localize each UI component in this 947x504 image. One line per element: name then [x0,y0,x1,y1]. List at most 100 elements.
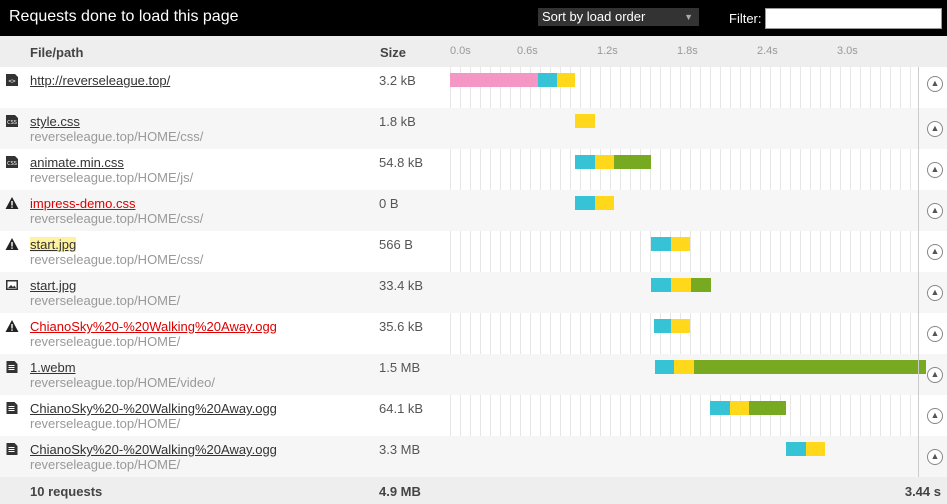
expand-column-divider [918,67,919,477]
warning-icon [5,237,19,251]
expand-row-button[interactable]: ▲ [927,76,943,92]
panel-title: Requests done to load this page [9,8,239,25]
request-count: 10 requests [30,484,103,499]
summary-footer: 10 requests 4.9 MB 3.44 s [0,477,947,504]
request-size: 566 B [379,237,413,252]
timing-bar-connect [785,442,806,456]
expand-row-button[interactable]: ▲ [927,203,943,219]
total-time: 3.44 s [904,484,941,499]
total-size: 4.9 MB [379,484,421,499]
timing-bar-wait [556,73,576,87]
request-path: reverseleague.top/HOME/ [30,293,181,308]
request-row: CSS animate.min.css reverseleague.top/HOME… [0,149,947,190]
request-size: 54.8 kB [379,155,424,170]
request-row: ChianoSky%20-%20Walking%20Away.ogg revers… [0,313,947,354]
request-file-link[interactable]: start.jpg [30,237,77,252]
expand-row-button[interactable]: ▲ [927,285,943,301]
request-file-link[interactable]: ChianoSky%20-%20Walking%20Away.ogg [30,319,277,334]
timeline-tick: 3.0s [837,45,858,57]
request-file-link[interactable]: ChianoSky%20-%20Walking%20Away.ogg [30,401,277,416]
size-header: Size [380,45,407,60]
timing-bar-wait [575,114,596,128]
expand-row-button[interactable]: ▲ [927,367,943,383]
request-file-link[interactable]: animate.min.css [30,155,124,170]
chevron-up-icon: ▲ [930,287,940,297]
svg-text:CSS: CSS [7,161,17,167]
request-file-link[interactable]: ChianoSky%20-%20Walking%20Away.ogg [30,442,277,457]
css-file-icon: CSS [5,114,19,128]
sort-select-label: Sort by load order [542,9,646,24]
request-size: 1.8 kB [379,114,416,129]
request-file-link[interactable]: 1.webm [30,360,76,375]
timing-bar-connect [709,401,730,415]
warning-icon [5,196,19,210]
timing-bar-connect [537,73,557,87]
timing-bar-wait [805,442,825,456]
timing-bar-receive [693,360,926,374]
request-size: 64.1 kB [379,401,424,416]
timing-bar-receive [613,155,652,169]
request-size: 33.4 kB [379,278,424,293]
filter-input[interactable] [765,8,942,29]
request-path: reverseleague.top/HOME/css/ [30,252,204,267]
timeline-tick: 0.0s [450,45,471,57]
chevron-up-icon: ▲ [930,78,940,88]
request-size: 3.2 kB [379,73,416,88]
chevron-down-icon: ▼ [684,12,693,22]
chevron-up-icon: ▲ [930,164,940,174]
timeline-tick: 1.8s [677,45,698,57]
timing-bar-connect [651,237,672,251]
filter-label: Filter: [729,11,762,26]
request-file-link[interactable]: style.css [30,114,80,129]
request-size: 1.5 MB [379,360,421,375]
request-row: impress-demo.css reverseleague.top/HOME/c… [0,190,947,231]
request-file-link[interactable]: start.jpg [30,278,76,293]
chevron-up-icon: ▲ [930,328,940,338]
timeline-tick: 2.4s [757,45,778,57]
timeline-tick: 1.2s [597,45,618,57]
request-path: reverseleague.top/HOME/css/ [30,211,204,226]
timing-bar-blocking [450,73,538,87]
request-file-link[interactable]: impress-demo.css [30,196,135,211]
document-file-icon [5,360,19,374]
timing-bar-connect [575,155,596,169]
timing-bar-wait [673,360,694,374]
chevron-up-icon: ▲ [930,246,940,256]
timing-bar-wait [671,278,692,292]
css-file-icon: CSS [5,155,19,169]
request-row: start.jpg reverseleague.top/HOME/css/566 … [0,231,947,272]
request-file-link[interactable]: http://reverseleague.top/ [30,73,170,88]
request-path: reverseleague.top/HOME/ [30,416,181,431]
request-row: ChianoSky%20-%20Walking%20Away.ogg revers… [0,436,947,477]
chevron-up-icon: ▲ [930,451,940,461]
request-row: ChianoSky%20-%20Walking%20Away.ogg revers… [0,395,947,436]
expand-row-button[interactable]: ▲ [927,408,943,424]
timing-bar-wait [595,155,614,169]
chevron-up-icon: ▲ [930,369,940,379]
document-file-icon [5,401,19,415]
chevron-up-icon: ▲ [930,205,940,215]
expand-row-button[interactable]: ▲ [927,244,943,260]
title-bar: Requests done to load this page Sort by … [0,0,947,36]
request-path: reverseleague.top/HOME/ [30,457,181,472]
timing-bar-wait [729,401,749,415]
timing-bar-wait [671,319,690,333]
image-file-icon [5,278,19,292]
html-file-icon: <> [5,73,19,87]
timing-bar-receive [691,278,712,292]
column-header: File/path Size 0.0s 0.6s 1.2s 1.8s 2.4s … [0,36,947,67]
timing-bar-connect [575,196,596,210]
sort-select[interactable]: Sort by load order ▼ [538,8,699,26]
request-path: reverseleague.top/HOME/ [30,334,181,349]
expand-row-button[interactable]: ▲ [927,449,943,465]
timing-bar-receive [748,401,786,415]
expand-row-button[interactable]: ▲ [927,121,943,137]
timing-bar-connect [655,360,674,374]
expand-row-button[interactable]: ▲ [927,326,943,342]
request-path: reverseleague.top/HOME/css/ [30,129,204,144]
request-row: <> http://reverseleague.top/3.2 kB ▲ [0,67,947,108]
request-path: reverseleague.top/HOME/js/ [30,170,194,185]
timing-bar-wait [671,237,690,251]
expand-row-button[interactable]: ▲ [927,162,943,178]
request-row: start.jpg reverseleague.top/HOME/33.4 kB ▲ [0,272,947,313]
